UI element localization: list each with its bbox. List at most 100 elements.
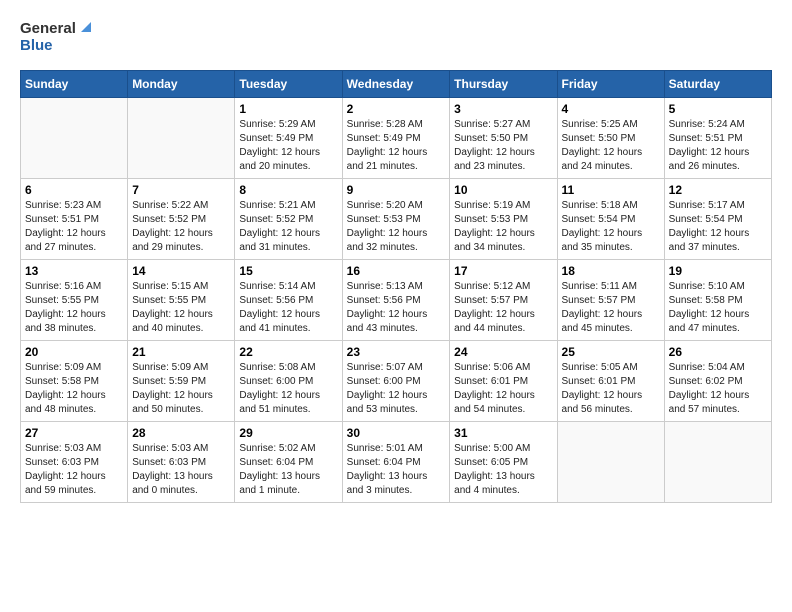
cell-day-number: 26 (669, 345, 767, 359)
cell-day-number: 29 (239, 426, 337, 440)
cell-info-text: Sunrise: 5:00 AMSunset: 6:05 PMDaylight:… (454, 442, 552, 498)
calendar-cell: 25 Sunrise: 5:05 AMSunset: 6:01 PMDayligh… (557, 341, 664, 422)
logo: General Blue (20, 20, 93, 54)
calendar-cell: 29 Sunrise: 5:02 AMSunset: 6:04 PMDayligh… (235, 422, 342, 503)
cell-day-number: 10 (454, 183, 552, 197)
cell-info-text: Sunrise: 5:02 AMSunset: 6:04 PMDaylight:… (239, 442, 337, 498)
cell-info-text: Sunrise: 5:19 AMSunset: 5:53 PMDaylight:… (454, 199, 552, 255)
header-wednesday: Wednesday (342, 71, 450, 98)
header-friday: Friday (557, 71, 664, 98)
cell-info-text: Sunrise: 5:01 AMSunset: 6:04 PMDaylight:… (347, 442, 446, 498)
cell-info-text: Sunrise: 5:23 AMSunset: 5:51 PMDaylight:… (25, 199, 123, 255)
cell-day-number: 28 (132, 426, 230, 440)
calendar-cell: 11 Sunrise: 5:18 AMSunset: 5:54 PMDayligh… (557, 179, 664, 260)
cell-info-text: Sunrise: 5:20 AMSunset: 5:53 PMDaylight:… (347, 199, 446, 255)
calendar-cell: 8 Sunrise: 5:21 AMSunset: 5:52 PMDaylight… (235, 179, 342, 260)
cell-info-text: Sunrise: 5:25 AMSunset: 5:50 PMDaylight:… (562, 118, 660, 174)
calendar-cell (128, 98, 235, 179)
calendar-cell: 5 Sunrise: 5:24 AMSunset: 5:51 PMDaylight… (664, 98, 771, 179)
cell-day-number: 14 (132, 264, 230, 278)
cell-info-text: Sunrise: 5:27 AMSunset: 5:50 PMDaylight:… (454, 118, 552, 174)
cell-day-number: 1 (239, 102, 337, 116)
calendar-cell: 16Sunrise: 5:13 AMSunset: 5:56 PMDayligh… (342, 260, 450, 341)
calendar-week-row: 6 Sunrise: 5:23 AMSunset: 5:51 PMDaylight… (21, 179, 772, 260)
cell-day-number: 27 (25, 426, 123, 440)
calendar-cell: 3 Sunrise: 5:27 AMSunset: 5:50 PMDaylight… (450, 98, 557, 179)
calendar-cell: 20 Sunrise: 5:09 AMSunset: 5:58 PMDayligh… (21, 341, 128, 422)
calendar-cell: 14 Sunrise: 5:15 AMSunset: 5:55 PMDayligh… (128, 260, 235, 341)
cell-info-text: Sunrise: 5:09 AMSunset: 5:58 PMDaylight:… (25, 361, 123, 417)
cell-day-number: 19 (669, 264, 767, 278)
cell-day-number: 22 (239, 345, 337, 359)
calendar-cell: 26 Sunrise: 5:04 AMSunset: 6:02 PMDayligh… (664, 341, 771, 422)
cell-day-number: 13 (25, 264, 123, 278)
calendar-cell: 7 Sunrise: 5:22 AMSunset: 5:52 PMDaylight… (128, 179, 235, 260)
calendar-table: SundayMondayTuesdayWednesdayThursdayFrid… (20, 70, 772, 503)
calendar-week-row: 13 Sunrise: 5:16 AMSunset: 5:55 PMDayligh… (21, 260, 772, 341)
logo-general: General (20, 20, 76, 37)
calendar-cell: 30 Sunrise: 5:01 AMSunset: 6:04 PMDayligh… (342, 422, 450, 503)
calendar-week-row: 20 Sunrise: 5:09 AMSunset: 5:58 PMDayligh… (21, 341, 772, 422)
cell-day-number: 5 (669, 102, 767, 116)
cell-info-text: Sunrise: 5:28 AMSunset: 5:49 PMDaylight:… (347, 118, 446, 174)
cell-day-number: 20 (25, 345, 123, 359)
calendar-week-row: 27 Sunrise: 5:03 AMSunset: 6:03 PMDayligh… (21, 422, 772, 503)
header-saturday: Saturday (664, 71, 771, 98)
cell-day-number: 7 (132, 183, 230, 197)
cell-day-number: 21 (132, 345, 230, 359)
calendar-week-row: 1Sunrise: 5:29 AMSunset: 5:49 PMDaylight… (21, 98, 772, 179)
cell-day-number: 2 (347, 102, 446, 116)
cell-info-text: Sunrise: 5:08 AMSunset: 6:00 PMDaylight:… (239, 361, 337, 417)
calendar-cell (21, 98, 128, 179)
calendar-cell: 9 Sunrise: 5:20 AMSunset: 5:53 PMDaylight… (342, 179, 450, 260)
cell-day-number: 11 (562, 183, 660, 197)
cell-info-text: Sunrise: 5:22 AMSunset: 5:52 PMDaylight:… (132, 199, 230, 255)
cell-info-text: Sunrise: 5:09 AMSunset: 5:59 PMDaylight:… (132, 361, 230, 417)
cell-info-text: Sunrise: 5:03 AMSunset: 6:03 PMDaylight:… (132, 442, 230, 498)
cell-day-number: 23 (347, 345, 446, 359)
cell-info-text: Sunrise: 5:05 AMSunset: 6:01 PMDaylight:… (562, 361, 660, 417)
cell-info-text: Sunrise: 5:07 AMSunset: 6:00 PMDaylight:… (347, 361, 446, 417)
cell-day-number: 18 (562, 264, 660, 278)
calendar-cell: 22 Sunrise: 5:08 AMSunset: 6:00 PMDayligh… (235, 341, 342, 422)
cell-info-text: Sunrise: 5:15 AMSunset: 5:55 PMDaylight:… (132, 280, 230, 336)
calendar-cell: 31 Sunrise: 5:00 AMSunset: 6:05 PMDayligh… (450, 422, 557, 503)
header-monday: Monday (128, 71, 235, 98)
header-thursday: Thursday (450, 71, 557, 98)
calendar-cell: 13 Sunrise: 5:16 AMSunset: 5:55 PMDayligh… (21, 260, 128, 341)
cell-day-number: 31 (454, 426, 552, 440)
cell-info-text: Sunrise: 5:12 AMSunset: 5:57 PMDaylight:… (454, 280, 552, 336)
calendar-cell (664, 422, 771, 503)
calendar-cell (557, 422, 664, 503)
calendar-cell: 10 Sunrise: 5:19 AMSunset: 5:53 PMDayligh… (450, 179, 557, 260)
cell-day-number: 9 (347, 183, 446, 197)
cell-info-text: Sunrise: 5:04 AMSunset: 6:02 PMDaylight:… (669, 361, 767, 417)
cell-day-number: 4 (562, 102, 660, 116)
cell-day-number: 16 (347, 264, 446, 278)
calendar-cell: 18Sunrise: 5:11 AMSunset: 5:57 PMDayligh… (557, 260, 664, 341)
cell-day-number: 15 (239, 264, 337, 278)
cell-info-text: Sunrise: 5:17 AMSunset: 5:54 PMDaylight:… (669, 199, 767, 255)
cell-day-number: 6 (25, 183, 123, 197)
cell-day-number: 30 (347, 426, 446, 440)
cell-info-text: Sunrise: 5:18 AMSunset: 5:54 PMDaylight:… (562, 199, 660, 255)
cell-day-number: 8 (239, 183, 337, 197)
cell-info-text: Sunrise: 5:24 AMSunset: 5:51 PMDaylight:… (669, 118, 767, 174)
page-header: General Blue (20, 20, 772, 54)
calendar-cell: 15 Sunrise: 5:14 AMSunset: 5:56 PMDayligh… (235, 260, 342, 341)
calendar-header-row: SundayMondayTuesdayWednesdayThursdayFrid… (21, 71, 772, 98)
cell-info-text: Sunrise: 5:14 AMSunset: 5:56 PMDaylight:… (239, 280, 337, 336)
calendar-cell: 19 Sunrise: 5:10 AMSunset: 5:58 PMDayligh… (664, 260, 771, 341)
calendar-cell: 6 Sunrise: 5:23 AMSunset: 5:51 PMDaylight… (21, 179, 128, 260)
calendar-cell: 27Sunrise: 5:03 AMSunset: 6:03 PMDayligh… (21, 422, 128, 503)
cell-day-number: 25 (562, 345, 660, 359)
cell-info-text: Sunrise: 5:10 AMSunset: 5:58 PMDaylight:… (669, 280, 767, 336)
cell-info-text: Sunrise: 5:21 AMSunset: 5:52 PMDaylight:… (239, 199, 337, 255)
calendar-cell: 28 Sunrise: 5:03 AMSunset: 6:03 PMDayligh… (128, 422, 235, 503)
calendar-cell: 1Sunrise: 5:29 AMSunset: 5:49 PMDaylight… (235, 98, 342, 179)
cell-day-number: 17 (454, 264, 552, 278)
cell-info-text: Sunrise: 5:16 AMSunset: 5:55 PMDaylight:… (25, 280, 123, 336)
cell-day-number: 3 (454, 102, 552, 116)
logo-blue: Blue (20, 37, 53, 54)
cell-info-text: Sunrise: 5:06 AMSunset: 6:01 PMDaylight:… (454, 361, 552, 417)
